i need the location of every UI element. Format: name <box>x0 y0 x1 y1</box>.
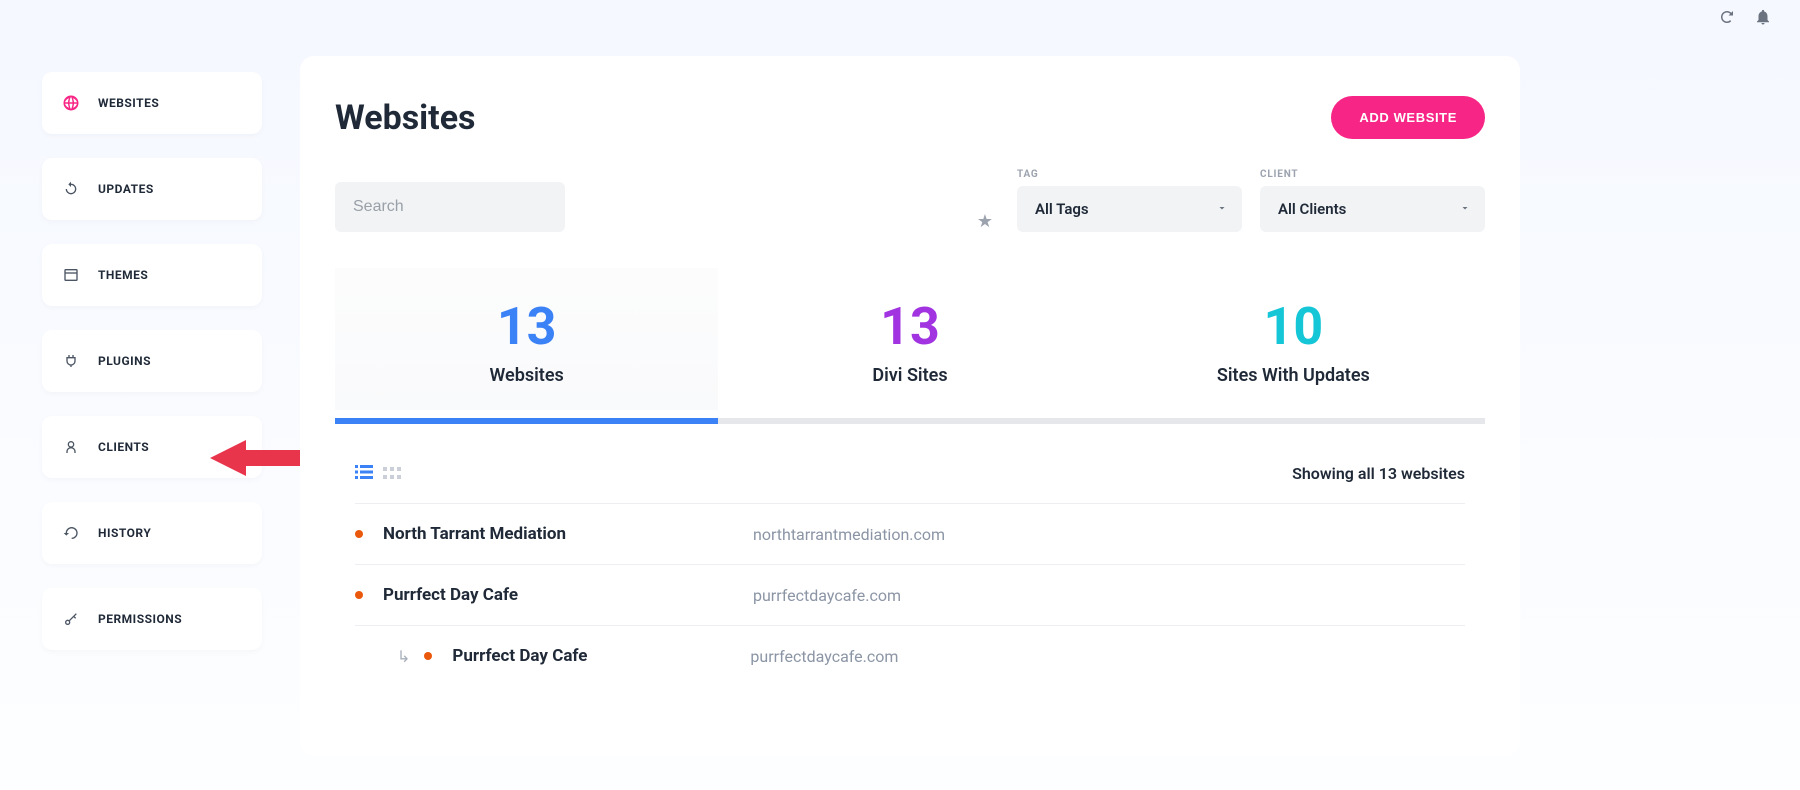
key-icon <box>62 610 80 628</box>
sidebar-item-label: PERMISSIONS <box>98 612 182 626</box>
website-url: purrfectdaycafe.com <box>750 647 898 666</box>
stat-websites[interactable]: 13 Websites <box>335 268 718 410</box>
search-input[interactable] <box>335 182 565 232</box>
grid-view-icon[interactable] <box>383 464 401 483</box>
favorite-filter-icon[interactable]: ★ <box>977 211 993 232</box>
sidebar-item-plugins[interactable]: PLUGINS <box>42 330 262 392</box>
stat-label: Sites With Updates <box>1112 365 1475 386</box>
sync-icon <box>62 180 80 198</box>
client-filter-label: CLIENT <box>1260 169 1485 180</box>
tag-filter-label: TAG <box>1017 169 1242 180</box>
stat-tab-indicator <box>335 418 1485 424</box>
list-view-icon[interactable] <box>355 464 373 483</box>
sidebar-item-permissions[interactable]: PERMISSIONS <box>42 588 262 650</box>
sidebar-item-label: WEBSITES <box>98 96 159 110</box>
layout-icon <box>62 266 80 284</box>
website-name: Purrfect Day Cafe <box>452 646 730 666</box>
globe-icon <box>62 94 80 112</box>
status-dot <box>355 530 363 538</box>
stat-divi-sites[interactable]: 13 Divi Sites <box>718 268 1101 410</box>
website-row[interactable]: Purrfect Day Cafe purrfectdaycafe.com <box>355 564 1465 625</box>
sidebar-item-history[interactable]: HISTORY <box>42 502 262 564</box>
stat-value: 10 <box>1112 298 1475 355</box>
user-icon <box>62 438 80 456</box>
website-list: North Tarrant Mediation northtarrantmedi… <box>335 503 1485 686</box>
sidebar-item-websites[interactable]: WEBSITES <box>42 72 262 134</box>
stat-value: 13 <box>728 298 1091 355</box>
sidebar-item-themes[interactable]: THEMES <box>42 244 262 306</box>
chevron-down-icon <box>1216 200 1228 218</box>
chevron-down-icon <box>1459 200 1471 218</box>
stat-label: Websites <box>345 365 708 386</box>
status-dot <box>424 652 432 660</box>
sidebar-item-label: HISTORY <box>98 526 151 540</box>
page-title: Websites <box>335 98 476 138</box>
website-row-child[interactable]: ↳ Purrfect Day Cafe purrfectdaycafe.com <box>355 625 1465 686</box>
website-name: Purrfect Day Cafe <box>383 585 733 605</box>
plug-icon <box>62 352 80 370</box>
stat-value: 13 <box>345 298 708 355</box>
client-select-value: All Clients <box>1278 200 1346 218</box>
sidebar-item-updates[interactable]: UPDATES <box>42 158 262 220</box>
refresh-icon[interactable] <box>1718 8 1736 30</box>
website-row[interactable]: North Tarrant Mediation northtarrantmedi… <box>355 503 1465 564</box>
history-icon <box>62 524 80 542</box>
sidebar-item-label: CLIENTS <box>98 440 149 454</box>
stat-label: Divi Sites <box>728 365 1091 386</box>
showing-count: Showing all 13 websites <box>1292 464 1465 483</box>
stat-sites-with-updates[interactable]: 10 Sites With Updates <box>1102 268 1485 410</box>
sidebar-item-label: THEMES <box>98 268 148 282</box>
arrow-annotation <box>210 436 300 480</box>
child-indent-icon: ↳ <box>397 647 410 666</box>
status-dot <box>355 591 363 599</box>
sidebar-item-label: UPDATES <box>98 182 154 196</box>
sidebar: WEBSITES UPDATES THEMES PLUGINS CLIENTS … <box>42 72 262 650</box>
bell-icon[interactable] <box>1754 8 1772 30</box>
main-panel: Websites ADD WEBSITE ★ TAG All Tags CLIE… <box>300 56 1520 756</box>
client-select[interactable]: All Clients <box>1260 186 1485 232</box>
website-name: North Tarrant Mediation <box>383 524 733 544</box>
tag-select-value: All Tags <box>1035 200 1089 218</box>
sidebar-item-label: PLUGINS <box>98 354 151 368</box>
add-website-button[interactable]: ADD WEBSITE <box>1331 96 1485 139</box>
website-url: northtarrantmediation.com <box>753 525 945 544</box>
tag-select[interactable]: All Tags <box>1017 186 1242 232</box>
website-url: purrfectdaycafe.com <box>753 586 901 605</box>
